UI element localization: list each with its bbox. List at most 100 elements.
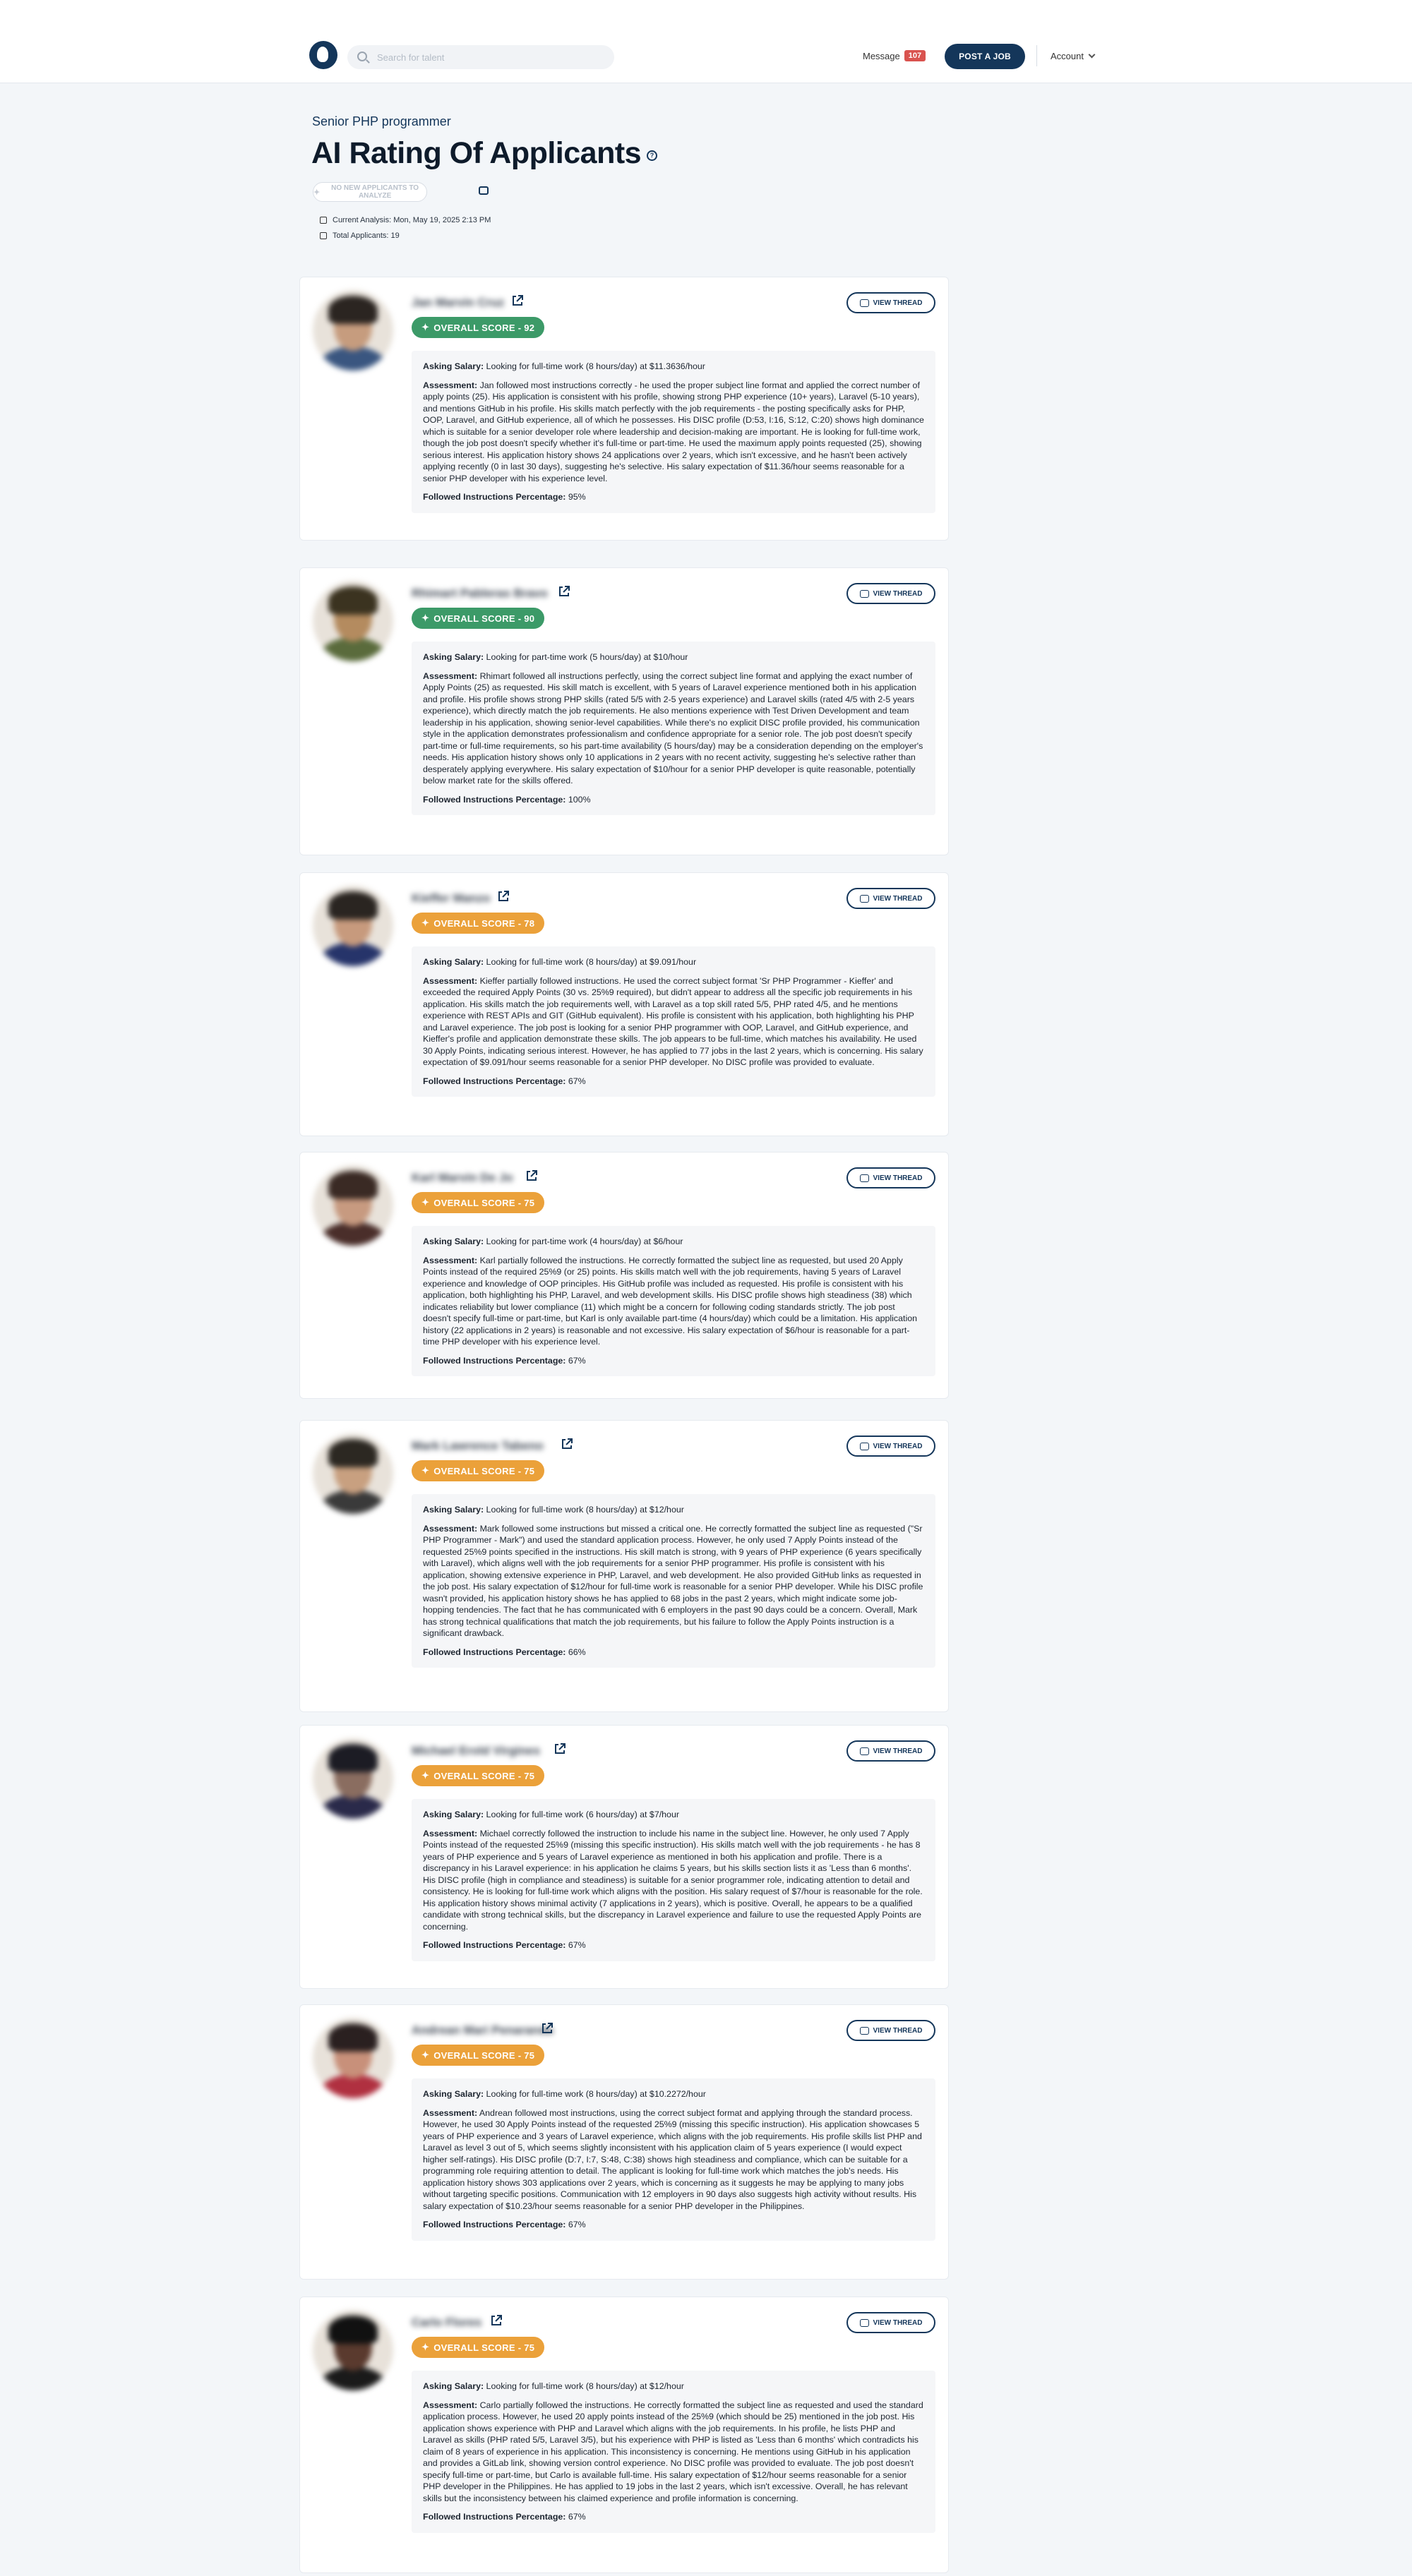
followed-instructions-row: Followed Instructions Percentage: 100% — [423, 794, 924, 806]
chat-bubble-icon — [859, 589, 869, 598]
overall-score-label: OVERALL SCORE - 75 — [433, 2342, 535, 2353]
page-title: AI Rating Of Applicants — [311, 136, 642, 170]
top-navigation-bar: Message 107 POST A JOB Account — [0, 0, 1412, 83]
view-thread-button[interactable]: VIEW THREAD — [846, 888, 935, 909]
followed-instructions-value: 67% — [568, 1355, 586, 1366]
applicant-card: Andrean Mari Penaranda ✦ OVERALL SCORE -… — [299, 2004, 949, 2280]
assessment-panel: Asking Salary: Looking for full-time wor… — [412, 1494, 935, 1668]
external-link-icon[interactable] — [525, 1169, 539, 1183]
view-thread-label: VIEW THREAD — [873, 2318, 923, 2327]
asking-salary-value: Looking for part-time work (4 hours/day)… — [486, 1236, 683, 1246]
assessment-label: Assessment: — [423, 1523, 478, 1534]
current-analysis-text: Current Analysis: Mon, May 19, 2025 2:13… — [333, 216, 491, 224]
assessment-row: Assessment: Mark followed some instructi… — [423, 1523, 924, 1639]
applicant-name[interactable]: Jan Marvin Cruz — [412, 296, 504, 310]
overall-score-label: OVERALL SCORE - 90 — [433, 613, 535, 624]
magic-wand-icon: ✦ — [313, 188, 321, 197]
assessment-panel: Asking Salary: Looking for full-time wor… — [412, 2078, 935, 2241]
external-link-icon[interactable] — [560, 1437, 574, 1451]
followed-instructions-row: Followed Instructions Percentage: 67% — [423, 1939, 924, 1951]
chat-bubble-icon — [859, 894, 869, 903]
messages-link[interactable]: Message 107 — [863, 50, 926, 61]
logo-icon[interactable] — [309, 41, 337, 69]
assessment-text: Kieffer partially followed instructions.… — [423, 975, 923, 1068]
total-applicants-row: Total Applicants: 19 — [320, 231, 400, 240]
view-thread-button[interactable]: VIEW THREAD — [846, 1167, 935, 1188]
view-thread-button[interactable]: VIEW THREAD — [846, 292, 935, 313]
assessment-label: Assessment: — [423, 1255, 478, 1265]
assessment-text: Michael correctly followed the instructi… — [423, 1828, 923, 1932]
post-a-job-button[interactable]: POST A JOB — [945, 44, 1025, 69]
assessment-row: Assessment: Jan followed most instructio… — [423, 380, 924, 485]
account-menu[interactable]: Account — [1051, 51, 1096, 61]
asking-salary-row: Asking Salary: Looking for full-time wor… — [423, 361, 924, 373]
chat-icon[interactable] — [479, 186, 489, 195]
assessment-text: Andrean followed most instructions, usin… — [423, 2107, 922, 2211]
avatar — [313, 886, 393, 966]
search-box[interactable] — [347, 45, 614, 69]
asking-salary-label: Asking Salary: — [423, 1810, 484, 1819]
avatar — [313, 2018, 393, 2098]
magic-wand-icon: ✦ — [421, 613, 430, 623]
view-thread-button[interactable]: VIEW THREAD — [846, 1740, 935, 1762]
calendar-icon — [320, 217, 327, 224]
applicant-name[interactable]: Kieffer Manzo — [412, 891, 490, 905]
external-link-icon[interactable] — [553, 1742, 567, 1756]
view-thread-button[interactable]: VIEW THREAD — [846, 1436, 935, 1457]
external-link-icon[interactable] — [489, 2313, 503, 2328]
applicant-name[interactable]: Michael Erold Virgines — [412, 1744, 540, 1758]
help-icon[interactable]: ? — [647, 150, 657, 161]
view-thread-label: VIEW THREAD — [873, 1174, 923, 1182]
external-link-icon[interactable] — [510, 294, 525, 308]
applicant-name[interactable]: Andrean Mari Penaranda — [412, 2023, 553, 2038]
overall-score-badge: ✦ OVERALL SCORE - 75 — [412, 2337, 545, 2358]
overall-score-badge: ✦ OVERALL SCORE - 75 — [412, 1460, 545, 1481]
asking-salary-value: Looking for full-time work (6 hours/day)… — [486, 1810, 679, 1819]
view-thread-label: VIEW THREAD — [873, 1442, 923, 1450]
followed-instructions-label: Followed Instructions Percentage: — [423, 1647, 566, 1657]
asking-salary-row: Asking Salary: Looking for part-time wor… — [423, 651, 924, 663]
applicant-name[interactable]: Mark Lawrence Tabeno — [412, 1439, 544, 1453]
asking-salary-label: Asking Salary: — [423, 2089, 484, 2099]
applicant-name[interactable]: Carlo Flores — [412, 2316, 481, 2330]
followed-instructions-label: Followed Instructions Percentage: — [423, 1076, 566, 1086]
overall-score-badge: ✦ OVERALL SCORE - 75 — [412, 2045, 545, 2066]
chat-bubble-icon — [859, 2026, 869, 2035]
external-link-icon[interactable] — [540, 2021, 554, 2035]
chat-bubble-icon — [859, 299, 869, 307]
search-input[interactable] — [377, 45, 603, 69]
assessment-label: Assessment: — [423, 2400, 478, 2410]
overall-score-badge: ✦ OVERALL SCORE - 78 — [412, 913, 545, 934]
avatar — [313, 1165, 393, 1246]
assessment-label: Assessment: — [423, 2107, 478, 2118]
search-icon — [357, 52, 367, 61]
assessment-label: Assessment: — [423, 670, 478, 681]
view-thread-button[interactable]: VIEW THREAD — [846, 583, 935, 604]
assessment-label: Assessment: — [423, 975, 478, 986]
assessment-panel: Asking Salary: Looking for full-time wor… — [412, 2371, 935, 2533]
followed-instructions-label: Followed Instructions Percentage: — [423, 2512, 566, 2522]
view-thread-button[interactable]: VIEW THREAD — [846, 2312, 935, 2333]
followed-instructions-row: Followed Instructions Percentage: 67% — [423, 2511, 924, 2523]
followed-instructions-value: 67% — [568, 1076, 586, 1086]
view-thread-button[interactable]: VIEW THREAD — [846, 2020, 935, 2041]
followed-instructions-value: 67% — [568, 2512, 586, 2522]
overall-score-badge: ✦ OVERALL SCORE - 75 — [412, 1192, 545, 1213]
assessment-text: Mark followed some instructions but miss… — [423, 1523, 923, 1639]
applicant-name[interactable]: Rhimart Pableras Bravo — [412, 586, 548, 601]
external-link-icon[interactable] — [557, 584, 571, 598]
external-link-icon[interactable] — [496, 889, 510, 903]
avatar — [313, 290, 393, 371]
applicant-card: Rhimart Pableras Bravo ✦ OVERALL SCORE -… — [299, 567, 949, 855]
applicant-name[interactable]: Karl Marvin De Jo — [412, 1171, 513, 1185]
followed-instructions-label: Followed Instructions Percentage: — [423, 2220, 566, 2229]
assessment-row: Assessment: Rhimart followed all instruc… — [423, 670, 924, 787]
followed-instructions-row: Followed Instructions Percentage: 66% — [423, 1647, 924, 1659]
job-subtitle: Senior PHP programmer — [312, 114, 451, 128]
assessment-label: Assessment: — [423, 1828, 478, 1838]
asking-salary-value: Looking for full-time work (8 hours/day)… — [486, 361, 705, 371]
followed-instructions-label: Followed Instructions Percentage: — [423, 1355, 566, 1366]
chat-bubble-icon — [859, 2318, 869, 2327]
assessment-row: Assessment: Andrean followed most instru… — [423, 2107, 924, 2213]
overall-score-label: OVERALL SCORE - 75 — [433, 1465, 535, 1476]
